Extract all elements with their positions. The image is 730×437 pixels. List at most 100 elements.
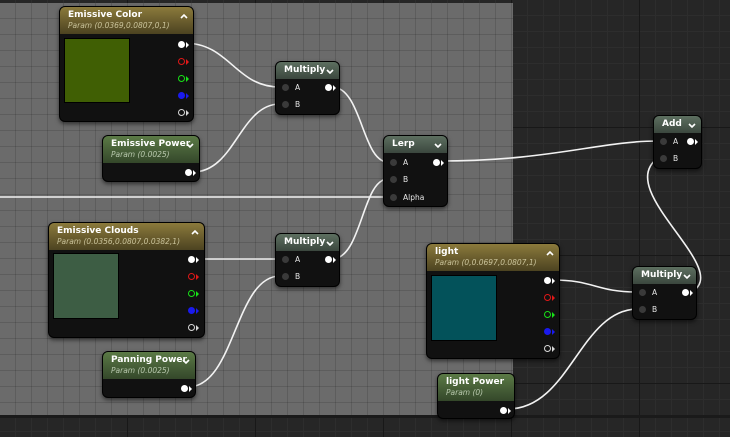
node-title: Multiply [284, 65, 326, 75]
node-panning-power[interactable]: Panning Power Param (0.0025) [102, 351, 196, 398]
output-pin[interactable] [433, 159, 440, 166]
chevron-down-icon[interactable] [687, 120, 697, 130]
output-pin[interactable] [185, 169, 192, 176]
node-multiply-right[interactable]: Multiply A B [632, 266, 697, 320]
node-header[interactable]: Emissive Power Param (0.0025) [103, 136, 199, 163]
node-header[interactable]: Multiply [276, 62, 339, 79]
node-title: Lerp [392, 139, 415, 149]
input-pin-a[interactable] [639, 289, 646, 296]
output-pin[interactable] [181, 385, 188, 392]
node-header[interactable]: Multiply [633, 267, 696, 284]
node-multiply-mid[interactable]: Multiply A B [275, 233, 340, 287]
node-header[interactable]: Add [654, 116, 701, 133]
node-header[interactable]: Panning Power Param (0.0025) [103, 352, 195, 379]
pin-arrow-icon [196, 274, 199, 280]
node-title: Panning Power [111, 355, 187, 365]
pin-arrow-icon [333, 85, 336, 91]
pin-arrow-icon [189, 386, 192, 392]
input-pin-b[interactable] [660, 155, 667, 162]
output-pin-rgba[interactable] [544, 277, 551, 284]
pin-label-alpha: Alpha [403, 193, 425, 202]
output-pin-a[interactable] [178, 109, 185, 116]
output-pin-b[interactable] [188, 307, 195, 314]
pin-arrow-icon [690, 290, 693, 296]
node-header[interactable]: Lerp [384, 136, 447, 153]
output-pin[interactable] [325, 84, 332, 91]
input-pin-a[interactable] [282, 256, 289, 263]
node-title: Add [662, 119, 682, 129]
node-subtitle: Param (0.0369,0.0807,0,1) [68, 21, 170, 30]
node-subtitle: Param (0,0.0697,0.0807,1) [435, 258, 537, 267]
pin-arrow-icon [552, 278, 555, 284]
input-pin-b[interactable] [282, 101, 289, 108]
output-pin[interactable] [500, 407, 507, 414]
node-title: Multiply [641, 270, 683, 280]
output-pin-r[interactable] [544, 294, 551, 301]
input-pin-a[interactable] [390, 159, 397, 166]
pin-arrow-icon [186, 42, 189, 48]
output-pin-rgba[interactable] [178, 41, 185, 48]
node-light-power[interactable]: light Power Param (0) [437, 373, 515, 419]
chevron-up-icon[interactable] [545, 248, 555, 258]
node-title: Emissive Power [111, 139, 191, 149]
node-add[interactable]: Add A B [653, 115, 702, 169]
pin-arrow-icon [196, 308, 199, 314]
pin-label-a: A [295, 83, 301, 92]
node-header[interactable]: Emissive Color Param (0.0369,0.0807,0,1) [60, 7, 193, 34]
pin-arrow-icon [508, 408, 511, 414]
node-emissive-power[interactable]: Emissive Power Param (0.0025) [102, 135, 200, 182]
color-swatch [53, 253, 119, 319]
chevron-down-icon[interactable] [682, 271, 692, 281]
node-light[interactable]: light Param (0,0.0697,0.0807,1) [426, 243, 560, 359]
chevron-down-icon[interactable] [325, 66, 335, 76]
output-pin-r[interactable] [188, 273, 195, 280]
material-graph-canvas[interactable]: Emissive Color Param (0.0369,0.0807,0,1)… [0, 0, 730, 437]
node-emissive-color[interactable]: Emissive Color Param (0.0369,0.0807,0,1) [59, 6, 194, 122]
wire-emissive-power-to-multiply-b [192, 103, 281, 173]
pin-arrow-icon [196, 257, 199, 263]
output-pin-b[interactable] [178, 92, 185, 99]
output-pin-b[interactable] [544, 328, 551, 335]
output-pin-g[interactable] [544, 311, 551, 318]
pin-arrow-icon [196, 325, 199, 331]
node-header[interactable]: Emissive Clouds Param (0.0356,0.0807,0.0… [49, 223, 204, 250]
node-header[interactable]: Multiply [276, 234, 339, 251]
output-pin-rgba[interactable] [188, 256, 195, 263]
output-pin[interactable] [325, 256, 332, 263]
node-lerp[interactable]: Lerp A B Alpha [383, 135, 448, 207]
wire-multiply-to-lerp-a [331, 86, 389, 163]
output-pin[interactable] [687, 138, 694, 145]
output-pin-a[interactable] [544, 345, 551, 352]
pin-arrow-icon [186, 110, 189, 116]
output-pin-a[interactable] [188, 324, 195, 331]
input-pin-b[interactable] [282, 273, 289, 280]
output-pin-g[interactable] [188, 290, 195, 297]
node-title: Multiply [284, 237, 326, 247]
node-header[interactable]: light Power Param (0) [438, 374, 514, 401]
chevron-down-icon[interactable] [325, 238, 335, 248]
pin-label-a: A [652, 288, 658, 297]
chevron-down-icon[interactable] [433, 140, 443, 150]
chevron-up-icon[interactable] [179, 11, 189, 21]
wire-lerp-to-add-a [439, 140, 659, 162]
input-pin-alpha[interactable] [390, 194, 397, 201]
input-pin-b[interactable] [639, 306, 646, 313]
output-pin-g[interactable] [178, 75, 185, 82]
pin-arrow-icon [695, 139, 698, 145]
node-multiply-top[interactable]: Multiply A B [275, 61, 340, 115]
output-pin[interactable] [682, 289, 689, 296]
input-pin-a[interactable] [282, 84, 289, 91]
node-emissive-clouds[interactable]: Emissive Clouds Param (0.0356,0.0807,0.0… [48, 222, 205, 338]
pin-arrow-icon [333, 257, 336, 263]
chevron-down-icon[interactable] [181, 356, 191, 366]
wire-multiply-to-lerp-b [331, 178, 389, 260]
output-pin-r[interactable] [178, 58, 185, 65]
node-subtitle: Param (0) [446, 388, 484, 397]
pin-arrow-icon [186, 76, 189, 82]
node-header[interactable]: light Param (0,0.0697,0.0807,1) [427, 244, 559, 271]
color-swatch [64, 38, 130, 103]
chevron-up-icon[interactable] [190, 227, 200, 237]
input-pin-a[interactable] [660, 138, 667, 145]
input-pin-b[interactable] [390, 176, 397, 183]
chevron-down-icon[interactable] [185, 140, 195, 150]
